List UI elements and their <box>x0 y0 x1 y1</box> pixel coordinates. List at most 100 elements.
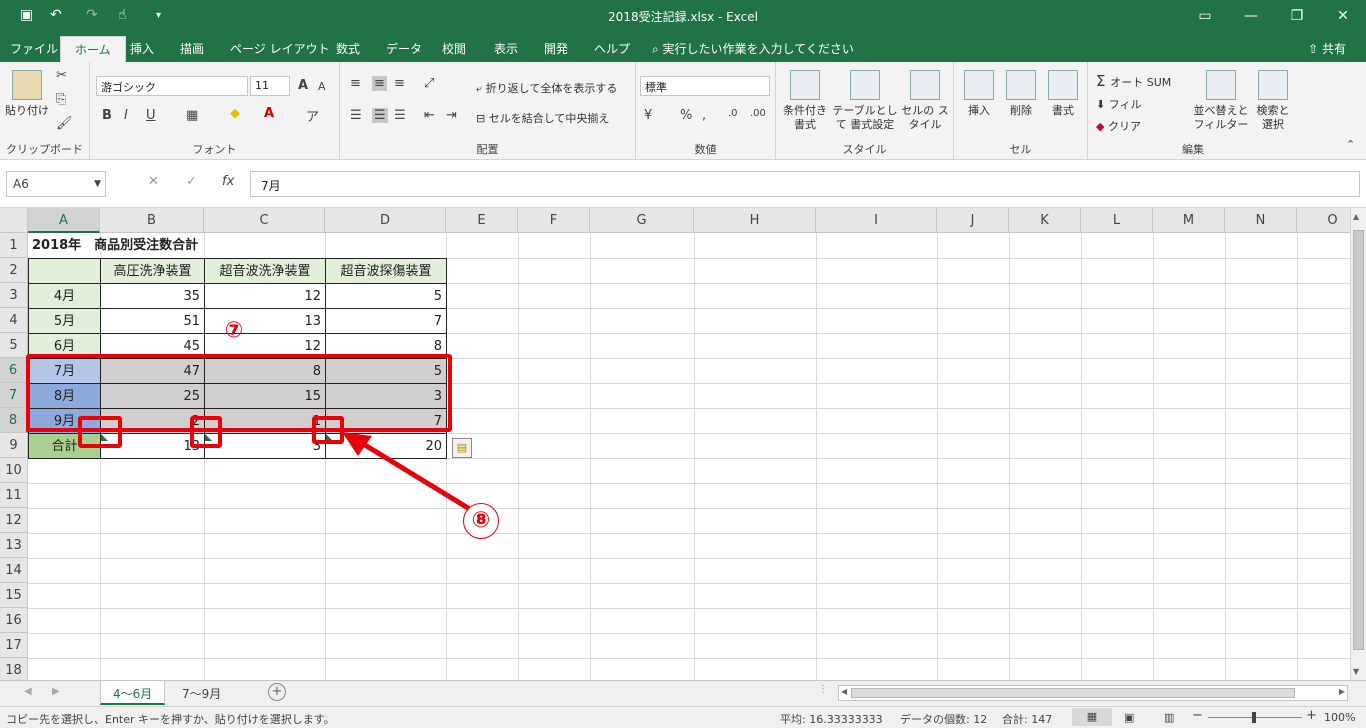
cell-styles-button[interactable]: セルの スタイル <box>900 70 950 132</box>
status-count[interactable]: データの個数: 12 <box>900 711 987 727</box>
currency-icon[interactable]: ¥ <box>644 108 652 123</box>
share-button[interactable]: ⇧ 共有 <box>1308 40 1346 57</box>
shrink-font-button[interactable]: A <box>318 80 326 93</box>
zoom-level[interactable]: 100% <box>1324 711 1355 724</box>
conditional-format-button[interactable]: 条件付き 書式 <box>780 70 830 132</box>
col-header-m[interactable]: M <box>1153 208 1225 233</box>
status-sum[interactable]: 合計: 147 <box>1002 711 1052 727</box>
increase-indent-icon[interactable]: ⇥ <box>446 108 457 123</box>
align-left-icon[interactable]: ☰ <box>350 108 362 123</box>
month-cell-a4[interactable]: 5月 <box>28 308 101 334</box>
restore-icon[interactable]: ❐ <box>1274 4 1320 28</box>
row-header-14[interactable]: 14 <box>0 558 28 583</box>
percent-icon[interactable]: % <box>680 108 692 123</box>
ribbon-display-icon[interactable]: ▭ <box>1182 4 1228 28</box>
autosum-button[interactable]: Σ オート SUM <box>1096 72 1171 90</box>
col-header-j[interactable]: J <box>937 208 1009 233</box>
minimize-icon[interactable]: — <box>1228 4 1274 28</box>
col-header-k[interactable]: K <box>1009 208 1081 233</box>
row-header-5[interactable]: 5 <box>0 333 28 358</box>
col-header-n[interactable]: N <box>1225 208 1297 233</box>
row-header-16[interactable]: 16 <box>0 608 28 633</box>
tab-review[interactable]: 校閲 <box>442 40 466 57</box>
tab-help[interactable]: ヘルプ <box>594 40 630 57</box>
align-top-icon[interactable]: ≡ <box>350 76 361 91</box>
increase-decimal-icon[interactable]: .0 <box>728 108 738 119</box>
horizontal-scrollbar[interactable]: ◀ ▶ <box>838 685 1348 701</box>
align-bottom-icon[interactable]: ≡ <box>394 76 405 91</box>
row-header-7[interactable]: 7 <box>0 383 28 408</box>
page-layout-view-icon[interactable]: ▣ <box>1124 711 1134 724</box>
month-cell-a3[interactable]: 4月 <box>28 283 101 309</box>
row-header-4[interactable]: 4 <box>0 308 28 333</box>
fill-color-icon[interactable]: ◆ <box>230 106 240 121</box>
sheet-title-cell[interactable]: 2018年 商品別受注数合計 <box>28 233 202 258</box>
cut-icon[interactable]: ✂ <box>56 68 67 83</box>
cell-a2[interactable] <box>28 258 101 284</box>
zoom-slider-thumb[interactable] <box>1252 712 1256 723</box>
row-header-15[interactable]: 15 <box>0 583 28 608</box>
collapse-ribbon-icon[interactable]: ⌃ <box>1346 138 1355 151</box>
italic-button[interactable]: I <box>124 108 128 123</box>
sheet-tab-jul-sep[interactable]: 7～9月 <box>170 681 233 705</box>
tab-splitter-icon[interactable]: ⋮ <box>818 684 828 695</box>
row-header-6[interactable]: 6 <box>0 358 28 383</box>
decrease-decimal-icon[interactable]: .00 <box>750 108 766 119</box>
font-color-icon[interactable]: A <box>264 106 274 121</box>
clear-button[interactable]: ◆ クリア <box>1096 118 1141 134</box>
tab-draw[interactable]: 描画 <box>180 40 204 57</box>
scroll-thumb[interactable] <box>1353 230 1364 650</box>
add-sheet-icon[interactable]: + <box>268 683 286 701</box>
cancel-icon[interactable]: ✕ <box>148 174 159 189</box>
vertical-scrollbar[interactable]: ▲ ▼ <box>1350 208 1366 680</box>
tab-home[interactable]: ホーム <box>60 36 126 62</box>
header-cell-c2[interactable]: 超音波洗浄装置 <box>204 258 326 284</box>
copy-icon[interactable]: ⎘ <box>56 92 66 107</box>
border-icon[interactable]: ▦ <box>186 108 198 123</box>
close-icon[interactable]: ✕ <box>1320 4 1366 28</box>
row-header-18[interactable]: 18 <box>0 658 28 680</box>
row-header-11[interactable]: 11 <box>0 483 28 508</box>
orientation-icon[interactable]: ⤢ <box>424 76 434 91</box>
grow-font-button[interactable]: A <box>298 78 308 93</box>
font-size-dropdown[interactable]: 11 <box>250 76 290 96</box>
scroll-left-icon[interactable]: ◀ <box>841 687 847 696</box>
header-cell-d2[interactable]: 超音波探傷装置 <box>325 258 447 284</box>
tab-data[interactable]: データ <box>386 40 422 57</box>
scroll-right-icon[interactable]: ▶ <box>1339 687 1345 696</box>
row-header-2[interactable]: 2 <box>0 258 28 283</box>
align-center-icon[interactable]: ☰ <box>372 108 388 123</box>
data-cell-c3[interactable]: 12 <box>204 283 326 309</box>
format-as-table-button[interactable]: テーブルとして 書式設定 <box>830 70 900 132</box>
select-all-corner[interactable] <box>0 208 28 233</box>
delete-button[interactable]: 削除 <box>1000 70 1042 118</box>
scroll-tabs-right-icon[interactable]: ▶ <box>52 686 60 697</box>
scroll-tabs-left-icon[interactable]: ◀ <box>24 686 32 697</box>
find-select-button[interactable]: 検索と 選択 <box>1252 70 1294 132</box>
enter-icon[interactable]: ✓ <box>186 174 197 189</box>
data-cell-d4[interactable]: 7 <box>325 308 447 334</box>
row-header-12[interactable]: 12 <box>0 508 28 533</box>
name-box[interactable]: A6 ▼ <box>6 171 106 197</box>
data-cell-b4[interactable]: 51 <box>100 308 205 334</box>
scroll-down-icon[interactable]: ▼ <box>1353 667 1359 676</box>
fill-button[interactable]: ⬇ フィル <box>1096 96 1142 112</box>
tab-insert[interactable]: 挿入 <box>130 40 154 57</box>
comma-icon[interactable]: , <box>702 108 706 123</box>
col-header-b[interactable]: B <box>100 208 204 233</box>
wrap-text-button[interactable]: ⤶ 折り返して全体を表示する <box>476 80 617 96</box>
worksheet-grid[interactable]: A B C D E F G H I J K L M N O 1 2 3 4 5 … <box>0 208 1350 680</box>
phonetic-icon[interactable]: ア <box>306 106 319 125</box>
tab-page-layout[interactable]: ページ レイアウト <box>230 40 330 57</box>
bold-button[interactable]: B <box>102 108 112 123</box>
tab-view[interactable]: 表示 <box>494 40 518 57</box>
merge-center-button[interactable]: ⊟ セルを結合して中央揃え <box>476 110 609 126</box>
col-header-o[interactable]: O <box>1297 208 1350 233</box>
row-header-9[interactable]: 9 <box>0 433 28 458</box>
row-header-17[interactable]: 17 <box>0 633 28 658</box>
row-header-3[interactable]: 3 <box>0 283 28 308</box>
underline-button[interactable]: U <box>146 108 156 123</box>
col-header-g[interactable]: G <box>590 208 694 233</box>
col-header-l[interactable]: L <box>1081 208 1153 233</box>
align-middle-icon[interactable]: ≡ <box>372 76 387 91</box>
